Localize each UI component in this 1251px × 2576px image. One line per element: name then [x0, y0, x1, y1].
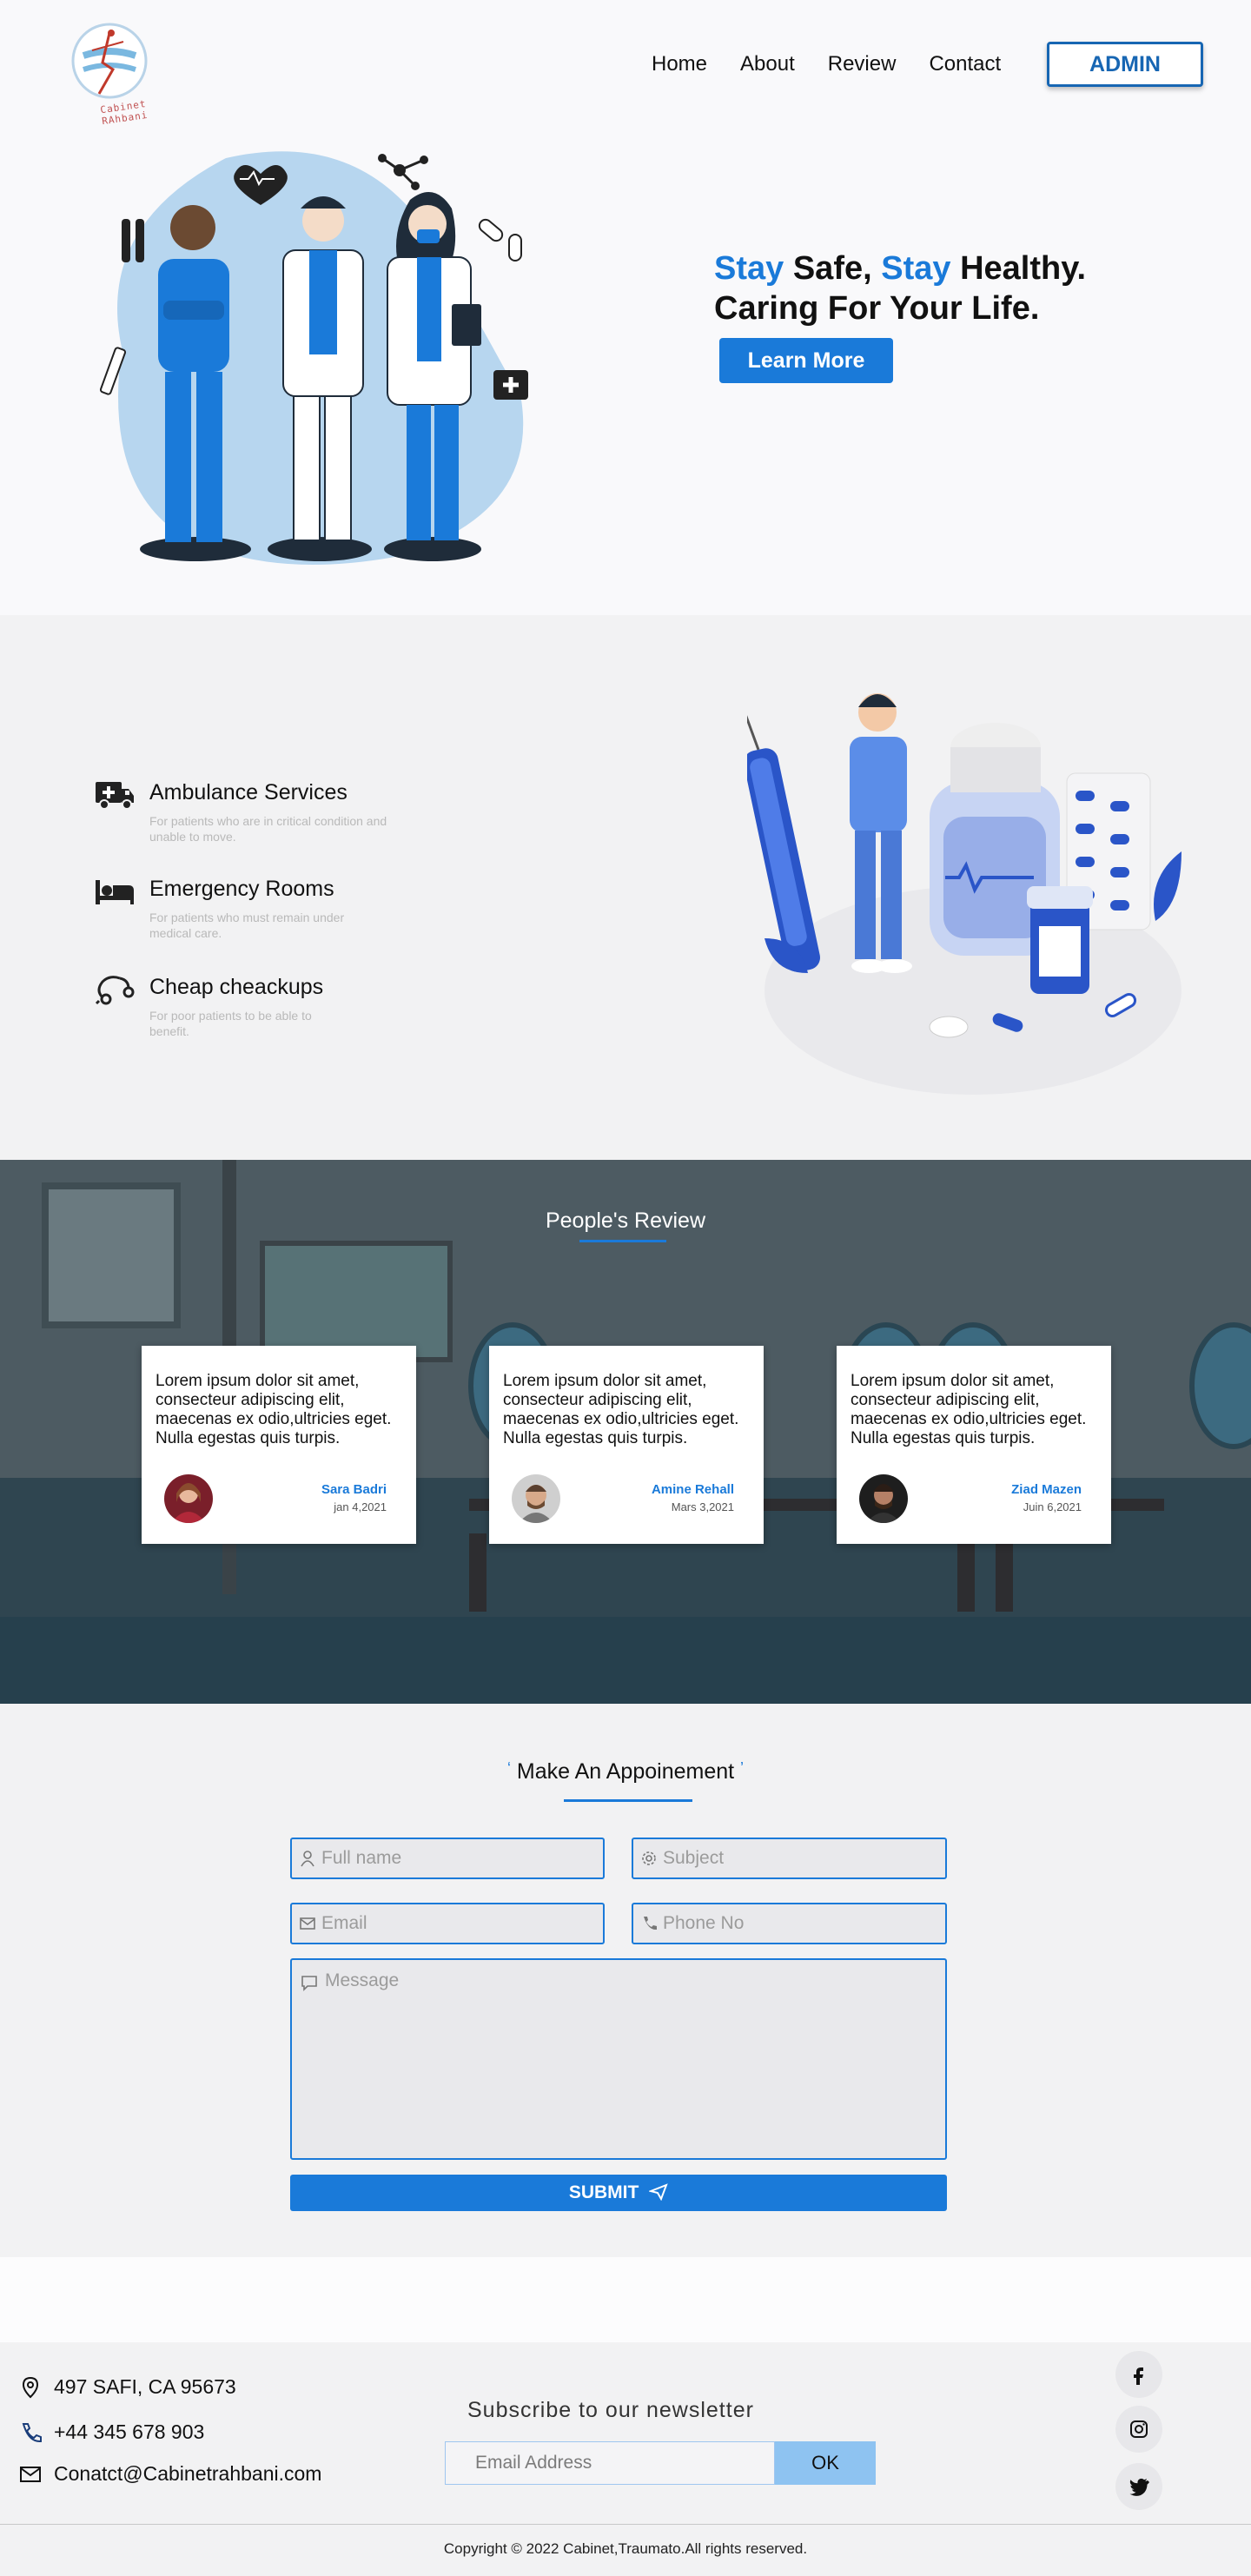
- review-card: Lorem ipsum dolor sit amet, consecteur a…: [142, 1346, 416, 1544]
- phone-row: +44 345 678 903: [19, 2420, 204, 2444]
- page: Cabinet RAhbani Home About Review Contac…: [0, 0, 1251, 2576]
- person-avatar-icon: [512, 1474, 560, 1523]
- reviewer-name: Sara Badri: [321, 1482, 387, 1497]
- logo[interactable]: Cabinet RAhbani: [49, 16, 179, 127]
- doctors-illustration: [99, 151, 528, 565]
- service-title: Emergency Rooms: [149, 877, 334, 901]
- nav-contact[interactable]: Contact: [929, 52, 1001, 76]
- message-field[interactable]: Message: [290, 1958, 947, 2160]
- phone-icon: [22, 2422, 42, 2442]
- comment-icon: [301, 1976, 317, 1991]
- admin-button[interactable]: ADMIN: [1047, 42, 1203, 87]
- review-date: Mars 3,2021: [671, 1500, 734, 1513]
- avatar: [164, 1474, 213, 1523]
- appointment-section: ‘ Make An Appoinement ’ Full name Subjec…: [0, 1704, 1251, 2257]
- reviewer-name: Ziad Mazen: [1011, 1482, 1082, 1497]
- quote-mark-icon: ’: [740, 1759, 745, 1777]
- newsletter-title: Subscribe to our newsletter: [467, 2398, 754, 2422]
- submit-button[interactable]: SUBMIT: [290, 2175, 947, 2211]
- mail-icon: [20, 2466, 41, 2482]
- twitter-link[interactable]: [1115, 2463, 1162, 2510]
- hero-title-stay-2: Stay: [881, 250, 951, 287]
- review-text: Lorem ipsum dolor sit amet, consecteur a…: [851, 1372, 1087, 1447]
- service-description: For patients who must remain under medic…: [149, 911, 345, 940]
- service-title: Ambulance Services: [149, 780, 348, 805]
- service-description: For patients who are in critical conditi…: [149, 814, 387, 844]
- submit-label: SUBMIT: [568, 2182, 639, 2202]
- phone-icon: [644, 1917, 657, 1930]
- person-avatar-icon: [859, 1474, 908, 1523]
- avatar: [512, 1474, 560, 1523]
- address-row: 497 SAFI, CA 95673: [19, 2375, 236, 2399]
- phone-text: +44 345 678 903: [54, 2420, 205, 2443]
- person-avatar-icon: [164, 1474, 213, 1523]
- instagram-link[interactable]: [1115, 2406, 1162, 2453]
- hero-title-safe: Safe,: [784, 250, 882, 287]
- address-text: 497 SAFI, CA 95673: [54, 2375, 236, 2398]
- phone-placeholder: Phone No: [663, 1913, 745, 1933]
- main-nav: Home About Review Contact: [652, 52, 1001, 76]
- send-icon: [647, 2183, 668, 2202]
- hero-subtitle: Caring For Your Life.: [714, 290, 1040, 327]
- review-card: Lorem ipsum dolor sit amet, consecteur a…: [837, 1346, 1111, 1544]
- service-title: Cheap cheackups: [149, 975, 324, 999]
- subject-placeholder: Subject: [663, 1848, 725, 1868]
- reviews-title-underline: [579, 1240, 666, 1242]
- bed-icon: [96, 880, 134, 904]
- user-icon: [301, 1851, 314, 1867]
- facebook-icon: [1134, 2367, 1143, 2385]
- email-row: Conatct@Cabinetrahbani.com: [19, 2462, 321, 2486]
- footer: 497 SAFI, CA 95673 +44 345 678 903 Conat…: [0, 2342, 1251, 2576]
- nav-about[interactable]: About: [740, 52, 795, 76]
- review-date: jan 4,2021: [334, 1500, 387, 1513]
- service-description: For poor patients to be able to benefit.: [149, 1009, 312, 1038]
- nav-review[interactable]: Review: [828, 52, 897, 76]
- newsletter-email-input[interactable]: Email Address: [445, 2441, 775, 2485]
- footer-divider: [0, 2524, 1251, 2525]
- quote-mark-icon: ‘: [506, 1759, 511, 1777]
- phone-field[interactable]: Phone No: [632, 1903, 947, 1944]
- instagram-icon: [1130, 2420, 1148, 2438]
- facebook-link[interactable]: [1115, 2351, 1162, 2398]
- hero-title: Stay Safe, Stay Healthy. Caring For Your…: [714, 248, 1086, 328]
- twitter-icon: [1129, 2478, 1149, 2496]
- location-pin-icon: [22, 2376, 39, 2398]
- mail-icon: [300, 1917, 315, 1930]
- subject-field[interactable]: Subject: [632, 1838, 947, 1879]
- reviews-title: People's Review: [545, 1209, 706, 1233]
- email-placeholder: Email: [321, 1913, 367, 1933]
- email-text[interactable]: Conatct@Cabinetrahbani.com: [54, 2462, 321, 2486]
- reviews-section: People's Review Lorem ipsum dolor sit am…: [0, 1160, 1251, 1704]
- nav-home[interactable]: Home: [652, 52, 707, 76]
- review-card: Lorem ipsum dolor sit amet, consecteur a…: [489, 1346, 764, 1544]
- appointment-title-underline: [564, 1799, 692, 1802]
- stethoscope-icon: [95, 976, 135, 1005]
- review-date: Juin 6,2021: [1023, 1500, 1082, 1513]
- learn-more-button[interactable]: Learn More: [719, 338, 893, 383]
- reviewer-name: Amine Rehall: [651, 1482, 734, 1497]
- spacer: [0, 2257, 1251, 2342]
- ambulance-icon: [96, 782, 134, 810]
- gear-icon: [642, 1851, 656, 1865]
- appointment-title: ‘ Make An Appoinement ’: [0, 1759, 1251, 1785]
- review-text: Lorem ipsum dolor sit amet, consecteur a…: [156, 1372, 392, 1447]
- review-text: Lorem ipsum dolor sit amet, consecteur a…: [503, 1372, 739, 1447]
- avatar: [859, 1474, 908, 1523]
- email-field[interactable]: Email: [290, 1903, 605, 1944]
- message-placeholder: Message: [325, 1970, 400, 1990]
- newsletter-ok-button[interactable]: OK: [775, 2441, 876, 2485]
- full-name-placeholder: Full name: [321, 1848, 402, 1868]
- appointment-title-text: Make An Appoinement: [516, 1759, 735, 1784]
- hero-title-stay-1: Stay: [714, 250, 784, 287]
- medicine-illustration: [747, 691, 1182, 1095]
- copyright: Copyright © 2022 Cabinet,Traumato.All ri…: [443, 2540, 808, 2557]
- full-name-field[interactable]: Full name: [290, 1838, 605, 1879]
- hero-title-healthy: Healthy.: [950, 250, 1087, 287]
- hero-section: Cabinet RAhbani Home About Review Contac…: [0, 0, 1251, 615]
